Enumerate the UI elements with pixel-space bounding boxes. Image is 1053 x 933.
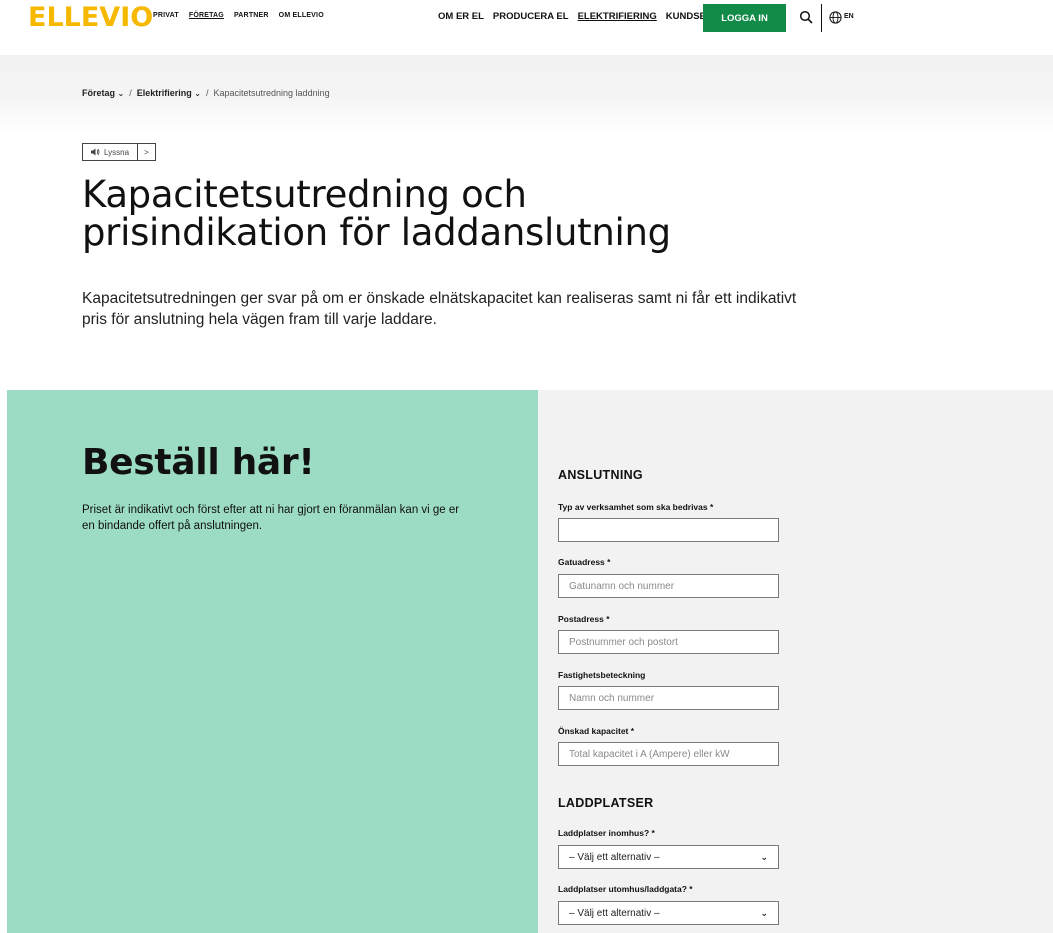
chevron-down-icon: ⌄ [760,907,768,918]
segment-nav: PRIVAT FÖRETAG PARTNER OM ELLEVIO [153,12,324,19]
field-label-verksamhet: Typ av verksamhet som ska bedrivas * [558,502,714,512]
field-label-kapacitet: Önskad kapacitet * [558,726,635,736]
main-nav-producera-el[interactable]: PRODUCERA EL [493,11,569,22]
order-text: Priset är indikativt och först efter att… [82,504,460,532]
segment-nav-foretag[interactable]: FÖRETAG [189,12,224,19]
breadcrumb-item-foretag[interactable]: Företag ⌄ [82,88,124,98]
field-label-gatuadress: Gatuadress * [558,557,611,567]
globe-icon[interactable] [829,11,842,24]
speaker-icon [91,148,100,156]
breadcrumb-separator: / [129,88,132,98]
select-value: – Välj ett alternativ – [569,907,660,919]
kapacitet-input[interactable] [558,742,779,766]
breadcrumb: Företag ⌄ / Elektrifiering ⌄ / Kapacitet… [82,88,330,98]
main-nav-om-er-el[interactable]: OM ER EL [438,11,484,22]
listen-button[interactable]: Lyssna [83,144,139,160]
login-button[interactable]: LOGGA IN [703,4,786,32]
page-title-line-2: prisindikation för laddanslutning [82,211,671,254]
main-nav-elektrifiering[interactable]: ELEKTRIFIERING [578,11,657,22]
postadress-input[interactable] [558,630,779,654]
laddplatser-inomhus-select[interactable]: – Välj ett alternativ – ⌄ [558,845,779,869]
page-title-line-1: Kapacitetsutredning och [82,173,527,216]
listen-player: Lyssna > [82,143,156,161]
select-value: – Välj ett alternativ – [569,851,660,863]
gatuadress-input[interactable] [558,574,779,598]
section-heading-laddplatser: LADDPLATSER [558,796,654,810]
language-switch[interactable]: EN [844,13,854,20]
segment-nav-om-ellevio[interactable]: OM ELLEVIO [279,12,324,19]
fastighetsbeteckning-input[interactable] [558,686,779,710]
search-icon[interactable] [799,10,813,24]
field-label-fastighetsbeteckning: Fastighetsbeteckning [558,670,646,680]
breadcrumb-item-elektrifiering[interactable]: Elektrifiering ⌄ [137,88,201,98]
listen-expand-button[interactable]: > [138,148,155,157]
main-nav: OM ER EL PRODUCERA EL ELEKTRIFIERING KUN… [438,11,735,22]
segment-nav-partner[interactable]: PARTNER [234,12,269,19]
order-title: Beställ här! [82,442,315,483]
laddplatser-utomhus-select[interactable]: – Välj ett alternativ – ⌄ [558,901,779,925]
chevron-down-icon: ⌄ [194,89,201,98]
field-label-postadress: Postadress * [558,614,610,624]
page-lead: Kapacitetsutredningen ger svar på om er … [82,290,797,328]
section-heading-anslutning: ANSLUTNING [558,468,643,482]
field-label-laddplatser-utomhus: Laddplatser utomhus/laddgata? * [558,884,693,894]
chevron-down-icon: ⌄ [760,851,768,862]
chevron-down-icon: ⌄ [117,89,125,98]
breadcrumb-current: Kapacitetsutredning laddning [213,88,330,98]
segment-nav-privat[interactable]: PRIVAT [153,12,179,19]
verksamhet-input[interactable] [558,518,779,542]
site-header: ELLEVIO PRIVAT FÖRETAG PARTNER OM ELLEVI… [0,0,1053,36]
field-label-laddplatser-inomhus: Laddplatser inomhus? * [558,828,655,838]
ellevio-logo[interactable]: ELLEVIO [28,4,153,32]
breadcrumb-separator: / [205,88,209,98]
page-title: Kapacitetsutredning och prisindikation f… [82,176,842,252]
header-divider [821,4,822,32]
